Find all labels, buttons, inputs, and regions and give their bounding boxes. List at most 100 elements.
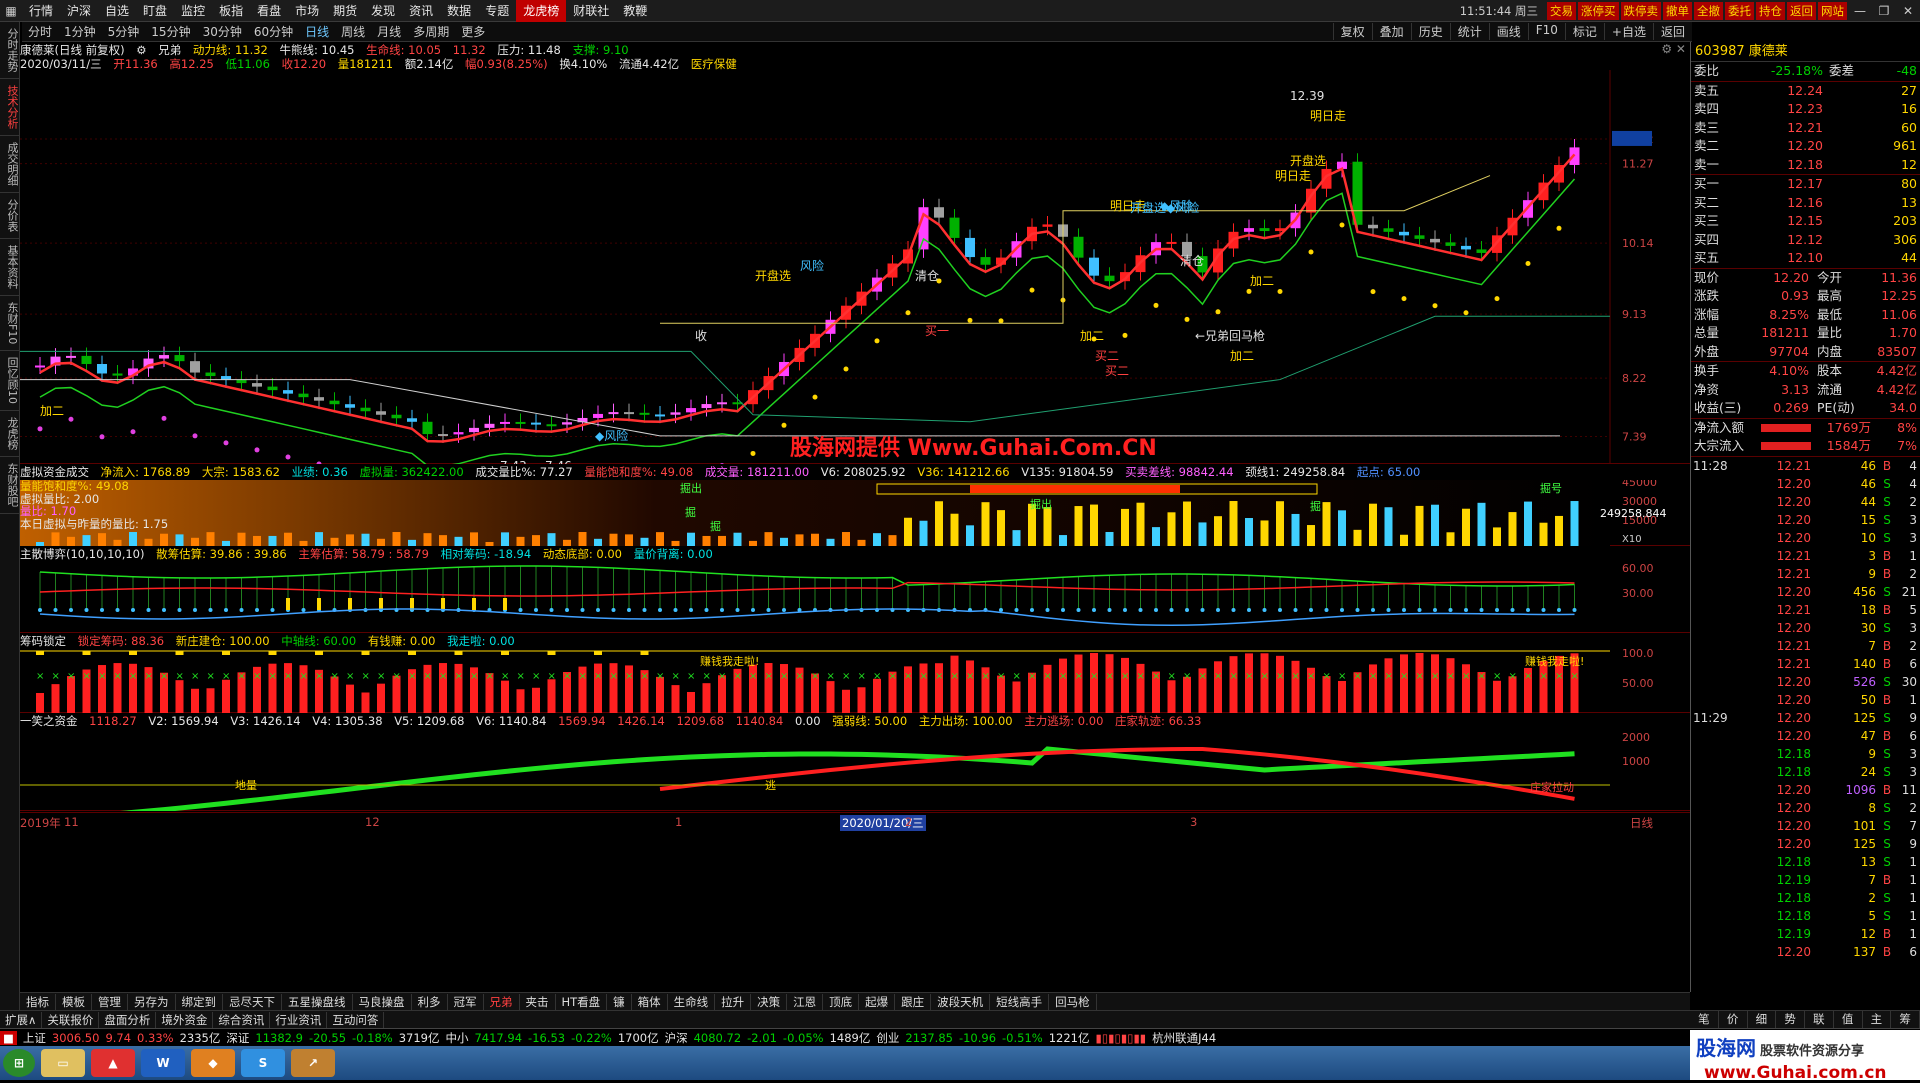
extension-tab[interactable]: 盘面分析 <box>99 1011 157 1028</box>
extension-tab[interactable]: 行业资讯 <box>270 1011 328 1028</box>
chart-tool-button[interactable]: 叠加 <box>1371 23 1411 40</box>
indicator-tab[interactable]: 短线高手 <box>990 993 1050 1010</box>
chart-area[interactable]: 康德莱(日线 前复权) ⚙ 兄弟 动力线: 11.32 牛熊线: 10.45 生… <box>20 42 1690 992</box>
indicator-tab[interactable]: 模板 <box>56 993 92 1010</box>
period-tab[interactable]: 更多 <box>455 23 491 40</box>
indicator-tab[interactable]: 起爆 <box>859 993 896 1010</box>
indicator-tab[interactable]: 拉升 <box>715 993 752 1010</box>
menu-item[interactable]: 监控 <box>174 0 212 22</box>
menu-item[interactable]: 板指 <box>212 0 250 22</box>
menu-item[interactable]: 自选 <box>98 0 136 22</box>
indicator-tab[interactable]: 忌尽天下 <box>223 993 282 1010</box>
top-action-button[interactable]: 跌停卖 <box>1620 1 1661 20</box>
top-action-button[interactable]: 撤单 <box>1663 1 1692 20</box>
chart-tool-button[interactable]: F10 <box>1527 23 1565 40</box>
indicator-tab[interactable]: 五星操盘线 <box>282 993 353 1010</box>
extension-tab[interactable]: 关联报价 <box>42 1011 100 1028</box>
left-tab[interactable]: 分价表 <box>0 193 20 239</box>
quote-tab[interactable]: 笔 <box>1690 1011 1719 1028</box>
menu-item[interactable]: 数据 <box>440 0 478 22</box>
extension-tab[interactable]: 综合资讯 <box>213 1011 271 1028</box>
top-action-button[interactable]: 交易 <box>1547 1 1576 20</box>
indicator-tab[interactable]: 波段天机 <box>931 993 991 1010</box>
menu-item[interactable]: 市场 <box>288 0 326 22</box>
browser-icon[interactable]: S <box>241 1049 285 1077</box>
main-retail-pane[interactable]: 主散博弈(10,10,10,10) 散筹估算: 39.86 : 39.86 主筹… <box>20 546 1690 633</box>
menu-item[interactable]: 期货 <box>326 0 364 22</box>
quote-tab[interactable]: 价 <box>1719 1011 1748 1028</box>
price-chart-svg[interactable]: 11.6211.2710.149.138.227.3912.39明日走开盘选明日… <box>20 70 1690 464</box>
chart-tool-button[interactable]: 历史 <box>1410 23 1450 40</box>
quote-tab[interactable]: 联 <box>1805 1011 1834 1028</box>
main-retail-chart[interactable]: 60.00 30.00 <box>20 562 1690 633</box>
extension-tab[interactable]: 扩展∧ <box>0 1011 43 1028</box>
period-tab[interactable]: 日线 <box>299 23 335 40</box>
extension-tab[interactable]: 互动问答 <box>327 1011 385 1028</box>
period-tab[interactable]: 月线 <box>371 23 407 40</box>
minimize-icon[interactable]: — <box>1848 4 1872 18</box>
top-action-button[interactable]: 委托 <box>1725 1 1754 20</box>
menu-item[interactable]: 行情 <box>22 0 60 22</box>
indicator-tab[interactable]: 兄弟 <box>484 993 520 1010</box>
indicator-tab[interactable]: 绑定到 <box>176 993 223 1010</box>
app-orange-icon[interactable]: ◆ <box>191 1049 235 1077</box>
left-tab[interactable]: 龙虎榜 <box>0 411 20 458</box>
left-tab[interactable]: 分时走势 <box>0 22 20 79</box>
period-tab[interactable]: 60分钟 <box>248 23 299 40</box>
chart-tool-button[interactable]: 画线 <box>1488 23 1528 40</box>
menu-item[interactable]: 看盘 <box>250 0 288 22</box>
period-tab[interactable]: 15分钟 <box>145 23 196 40</box>
indicator-tab[interactable]: 镰 <box>607 993 632 1010</box>
gear-icon[interactable]: ⚙ <box>136 43 146 57</box>
chart-tool-button[interactable]: 返回 <box>1652 23 1692 40</box>
period-tab[interactable]: 1分钟 <box>58 23 102 40</box>
left-tab[interactable]: 技术分析 <box>0 79 20 136</box>
menu-item[interactable]: 专题 <box>478 0 516 22</box>
extension-tab[interactable]: 境外资金 <box>156 1011 214 1028</box>
explorer-icon[interactable]: ▭ <box>41 1049 85 1077</box>
main-price-pane[interactable]: 康德莱(日线 前复权) ⚙ 兄弟 动力线: 11.32 牛熊线: 10.45 生… <box>20 42 1690 464</box>
menu-item[interactable]: 财联社 <box>566 0 616 22</box>
top-action-button[interactable]: 涨停买 <box>1578 1 1619 20</box>
menu-item[interactable]: 教鞭 <box>616 0 654 22</box>
top-action-button[interactable]: 网站 <box>1818 1 1847 20</box>
chart-tool-button[interactable]: 复权 <box>1332 23 1372 40</box>
period-tab[interactable]: 周线 <box>335 23 371 40</box>
indicator-tab[interactable]: 夹击 <box>520 993 556 1010</box>
menu-item[interactable]: 沪深 <box>60 0 98 22</box>
grid-menu-icon[interactable]: ▦ <box>0 0 22 22</box>
top-action-button[interactable]: 全撤 <box>1694 1 1723 20</box>
indicator-tab[interactable]: 管理 <box>92 993 128 1010</box>
indicator-tab[interactable]: 马良操盘 <box>353 993 412 1010</box>
indicator-tab[interactable]: 箱体 <box>632 993 668 1010</box>
chip-lock-pane[interactable]: 筹码锁定 锁定筹码: 88.36 新庄建仓: 100.00 中轴线: 60.00… <box>20 633 1690 713</box>
menu-item[interactable]: 资讯 <box>402 0 440 22</box>
chart-tool-button[interactable]: +自选 <box>1603 23 1653 40</box>
period-tab[interactable]: 多周期 <box>407 23 455 40</box>
indicator-tab[interactable]: 跟庄 <box>895 993 932 1010</box>
indicator-tab[interactable]: 回马枪 <box>1049 993 1097 1010</box>
app-red-icon[interactable]: ▲ <box>91 1049 135 1077</box>
indicator-tab[interactable]: 利多 <box>412 993 448 1010</box>
indicator-tab[interactable]: HT看盘 <box>556 993 608 1010</box>
pane-controls[interactable]: ⚙ ✕ <box>1661 42 1686 56</box>
virtual-fund-chart[interactable]: 450003000015000249258.844X10掘出掘出掘号掘掘掘 <box>20 480 1690 546</box>
virtual-fund-pane[interactable]: 虚拟资金成交 净流入: 1768.89 大宗: 1583.62 业绩: 0.36… <box>20 464 1690 546</box>
smile-fund-pane[interactable]: 一笑之资金 1118.27 V2: 1569.94 V3: 1426.14 V4… <box>20 713 1690 811</box>
period-tab[interactable]: 5分钟 <box>102 23 146 40</box>
chart-tool-button[interactable]: 标记 <box>1564 23 1604 40</box>
indicator-tab[interactable]: 另存为 <box>128 993 176 1010</box>
top-action-button[interactable]: 返回 <box>1787 1 1816 20</box>
word-icon[interactable]: W <box>141 1049 185 1077</box>
menu-item[interactable]: 盯盘 <box>136 0 174 22</box>
start-button-icon[interactable]: ⊞ <box>3 1049 35 1077</box>
left-tab[interactable]: 成交明细 <box>0 136 20 193</box>
menu-item[interactable]: 龙虎榜 <box>516 0 567 22</box>
smile-fund-chart[interactable]: 2000 1000 地量 逃 庄家拉动 <box>20 729 1690 811</box>
quote-tab[interactable]: 主 <box>1863 1011 1892 1028</box>
left-tab[interactable]: 东财F10 <box>0 296 20 352</box>
menu-item[interactable]: 发现 <box>364 0 402 22</box>
quote-tab[interactable]: 势 <box>1776 1011 1805 1028</box>
restore-icon[interactable]: ❐ <box>1872 4 1896 18</box>
chip-lock-chart[interactable]: × × × × × × × × × × × × × × × × × × × × × × × × × × × × × × × × × × × × × × × ×… <box>20 649 1690 713</box>
